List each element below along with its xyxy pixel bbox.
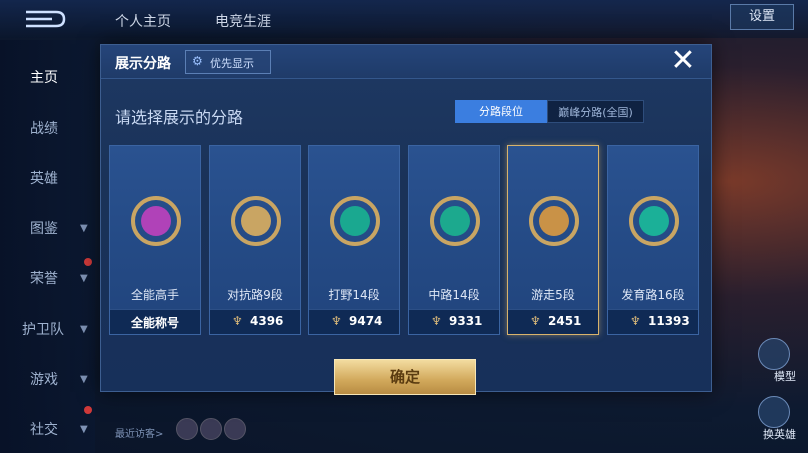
roam-badge-icon [529, 196, 579, 246]
sidebar-item-heroes[interactable]: 英雄 [30, 168, 58, 188]
route-card-label: 发育路16段 [621, 288, 685, 302]
route-card-farm[interactable]: 发育路16段 ♆ 11393 [607, 145, 699, 335]
route-card-label: 打野14段 [328, 288, 380, 302]
model-icon[interactable] [758, 338, 790, 370]
sidebar-item-guard[interactable]: 护卫队 [22, 319, 64, 339]
priority-display-button[interactable]: ⚙ 优先显示 [185, 50, 271, 74]
tab-esports-career[interactable]: 电竞生涯 [215, 11, 271, 31]
sidebar-item-games[interactable]: 游戏 [30, 369, 58, 389]
rank-score-icon: ♆ [630, 314, 641, 328]
route-card-roam[interactable]: 游走5段 ♆ 2451 [507, 145, 599, 335]
jungle-badge-icon [330, 196, 380, 246]
priority-label: 优先显示 [210, 57, 254, 70]
settings-button[interactable]: 设置 [730, 4, 794, 30]
modal-title: 展示分路 [115, 56, 171, 72]
avatar[interactable] [176, 418, 198, 440]
chevron-down-icon: ▼ [80, 424, 88, 435]
rank-score-icon: ♆ [530, 314, 541, 328]
avatar[interactable] [200, 418, 222, 440]
mid-lane-badge-icon [430, 196, 480, 246]
route-card-value: 9331 [449, 314, 483, 328]
model-label: 模型 [774, 370, 796, 383]
close-icon[interactable]: ✕ [669, 46, 697, 76]
route-card-mid[interactable]: 中路14段 ♆ 9331 [408, 145, 500, 335]
route-card-value: 全能称号 [130, 316, 179, 330]
notification-dot [84, 406, 92, 414]
clash-lane-badge-icon [231, 196, 281, 246]
sidebar-item-honor[interactable]: 荣誉 [30, 268, 58, 288]
back-arrow-icon[interactable] [22, 8, 68, 30]
avatar[interactable] [224, 418, 246, 440]
rank-score-icon: ♆ [232, 314, 243, 328]
sidebar-item-home[interactable]: 主页 [30, 67, 58, 87]
tab-profile[interactable]: 个人主页 [115, 11, 171, 31]
route-card-label: 中路14段 [428, 288, 480, 302]
swap-hero-label: 换英雄 [763, 428, 796, 441]
chevron-down-icon: ▼ [80, 374, 88, 385]
sidebar-item-social[interactable]: 社交 [30, 419, 58, 439]
route-card-footer: 全能称号 [110, 309, 200, 334]
chevron-down-icon: ▼ [80, 223, 88, 234]
sidebar-item-codex[interactable]: 图鉴 [30, 218, 58, 238]
route-card-jungle[interactable]: 打野14段 ♆ 9474 [308, 145, 400, 335]
tab-route-rank[interactable]: 分路段位 [455, 100, 547, 123]
chevron-down-icon: ▼ [80, 324, 88, 335]
modal-subtitle: 请选择展示的分路 [115, 108, 244, 127]
chevron-down-icon: ▼ [80, 273, 88, 284]
modal-header: 展示分路 ⚙ 优先显示 ✕ [101, 45, 711, 79]
swap-hero-icon[interactable] [758, 396, 790, 428]
notification-dot [84, 258, 92, 266]
confirm-button[interactable]: 确定 [334, 359, 476, 395]
route-card-label: 对抗路9段 [227, 288, 283, 302]
sidebar: 主页 战绩 英雄 图鉴 荣誉 护卫队 游戏 社交 ▼ ▼ ▼ ▼ ▼ [0, 40, 95, 453]
route-card-value: 9474 [349, 314, 383, 328]
recent-visitors-link[interactable]: 最近访客> [115, 425, 163, 440]
sidebar-item-record[interactable]: 战绩 [30, 118, 58, 138]
route-card-value: 11393 [648, 314, 690, 328]
route-card-footer: ♆ 9331 [409, 309, 499, 334]
route-card-footer: ♆ 4396 [210, 309, 300, 334]
route-card-footer: ♆ 11393 [608, 309, 698, 334]
route-display-modal: 展示分路 ⚙ 优先显示 ✕ 请选择展示的分路 分路段位 巅峰分路(全国) 全能高… [100, 44, 712, 395]
route-card-allround[interactable]: 全能高手 全能称号 [109, 145, 201, 335]
route-card-value: 2451 [548, 314, 582, 328]
route-card-footer: ♆ 2451 [508, 309, 598, 334]
gear-icon: ⚙ [192, 54, 203, 68]
rank-score-icon: ♆ [431, 314, 442, 328]
tab-peak-route[interactable]: 巅峰分路(全国) [547, 100, 644, 123]
route-card-value: 4396 [250, 314, 284, 328]
top-bar: 个人主页 电竞生涯 设置 [0, 0, 808, 38]
rank-score-icon: ♆ [331, 314, 342, 328]
farm-lane-badge-icon [629, 196, 679, 246]
route-card-footer: ♆ 9474 [309, 309, 399, 334]
route-card-clash[interactable]: 对抗路9段 ♆ 4396 [209, 145, 301, 335]
route-card-label: 游走5段 [531, 288, 575, 302]
allround-badge-icon [131, 196, 181, 246]
route-card-label: 全能高手 [130, 288, 179, 302]
